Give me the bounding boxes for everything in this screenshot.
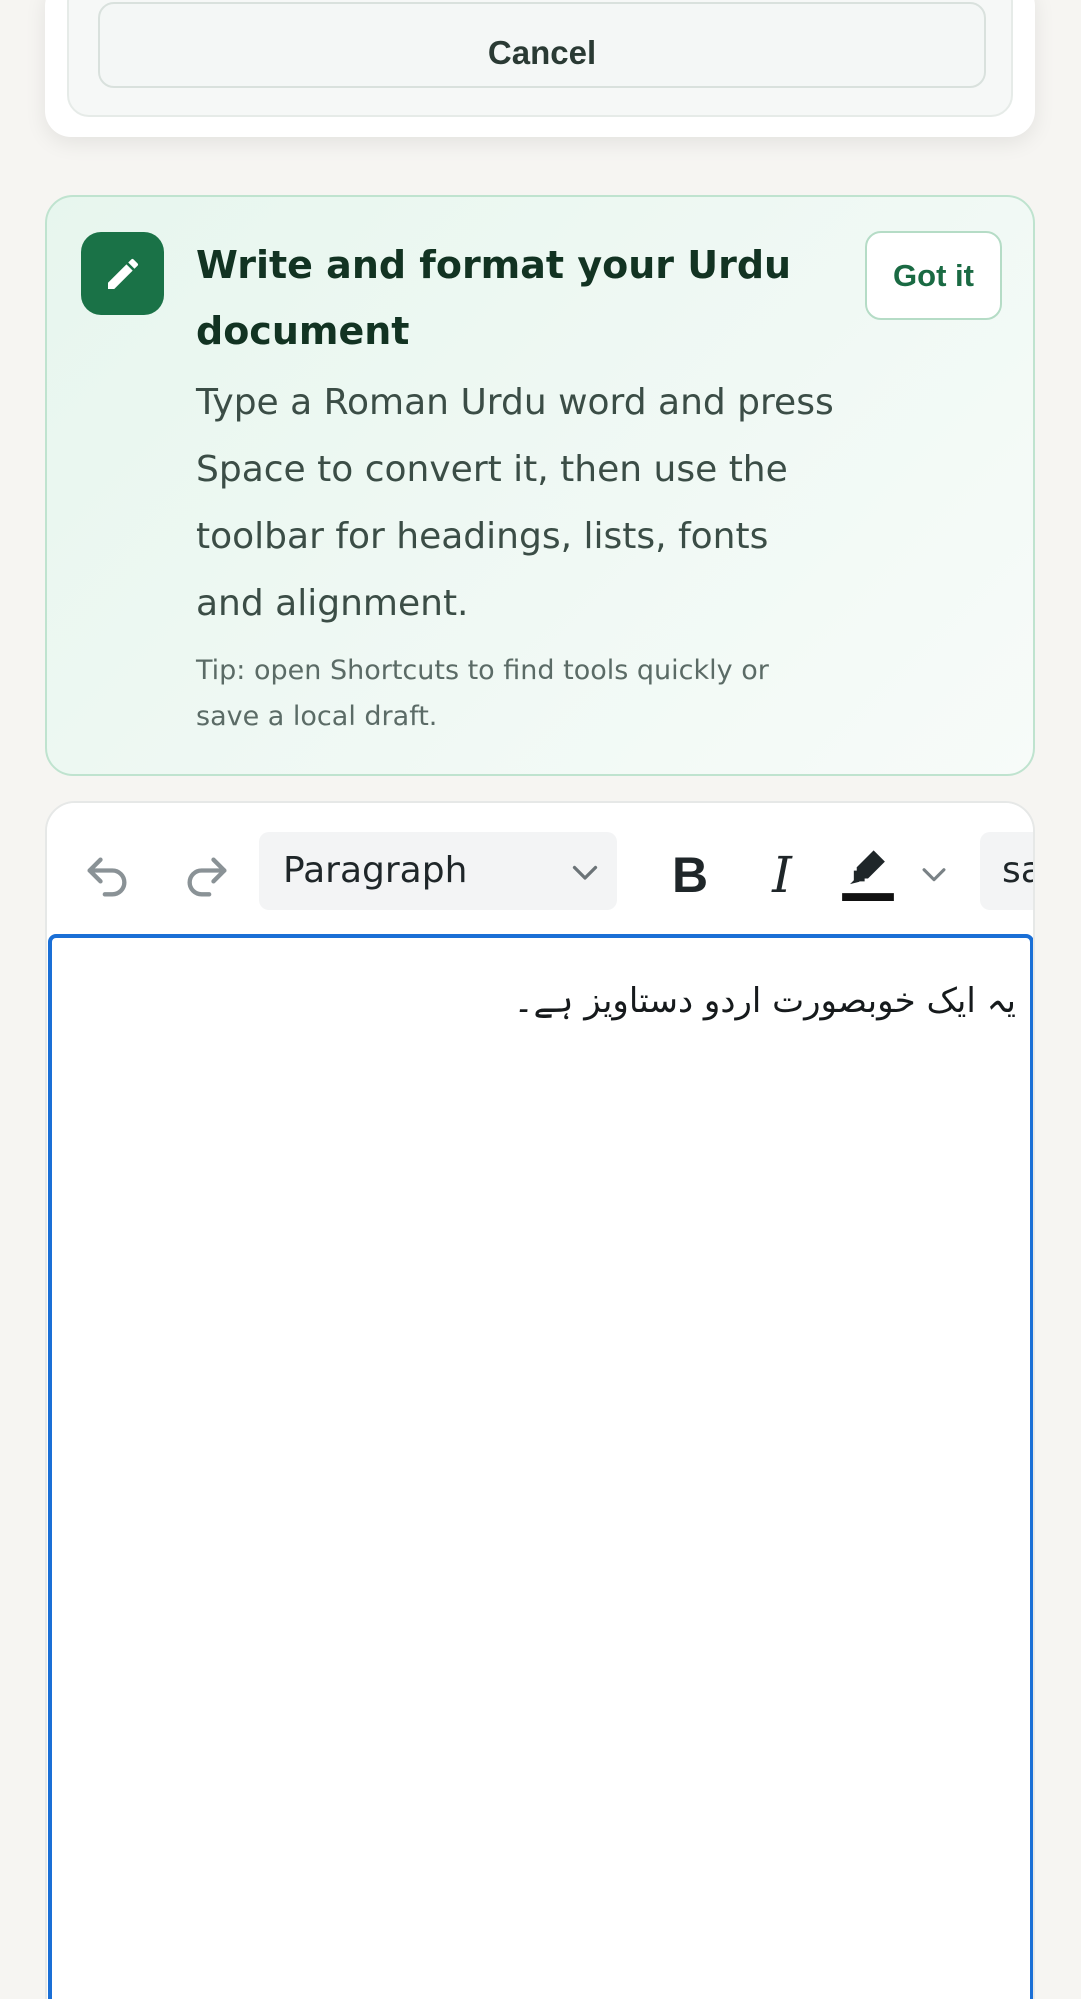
onboarding-banner: Write and format your Urdu document Type… <box>45 195 1035 776</box>
banner-description: Type a Roman Urdu word and press Space t… <box>196 382 834 624</box>
previous-panel-card: Cancel <box>45 0 1035 137</box>
font-family-value: sa <box>1002 850 1033 891</box>
bold-button[interactable]: B <box>655 841 725 909</box>
highlight-color-dropdown-icon[interactable] <box>915 855 953 893</box>
previous-panel-inner: Cancel <box>67 0 1013 117</box>
block-type-value: Paragraph <box>283 850 468 891</box>
page: Cancel Write and format your Urdu docume… <box>0 0 1081 1999</box>
chevron-down-icon <box>567 854 603 890</box>
font-family-select[interactable]: sa <box>980 832 1033 910</box>
cancel-button[interactable]: Cancel <box>98 2 986 88</box>
pencil-icon <box>81 232 164 315</box>
document-editor[interactable]: یہ ایک خوبصورت اردو دستاویز ہے۔ <box>48 934 1033 1999</box>
editor-card: Paragraph B I s یہ ایک خوبصورت اردو دستا… <box>45 801 1035 1999</box>
got-it-button[interactable]: Got it <box>865 231 1002 320</box>
highlighter-icon[interactable] <box>837 839 899 909</box>
banner-tip: Tip: open Shortcuts to find tools quickl… <box>196 655 769 732</box>
editor-toolbar: Paragraph B I s <box>47 803 1033 936</box>
banner-title: Write and format your Urdu document <box>196 243 792 353</box>
editor-content[interactable]: یہ ایک خوبصورت اردو دستاویز ہے۔ <box>76 976 1016 1026</box>
block-type-select[interactable]: Paragraph <box>259 832 617 910</box>
redo-icon[interactable] <box>173 843 241 911</box>
italic-button[interactable]: I <box>747 841 817 909</box>
undo-icon[interactable] <box>73 843 141 911</box>
